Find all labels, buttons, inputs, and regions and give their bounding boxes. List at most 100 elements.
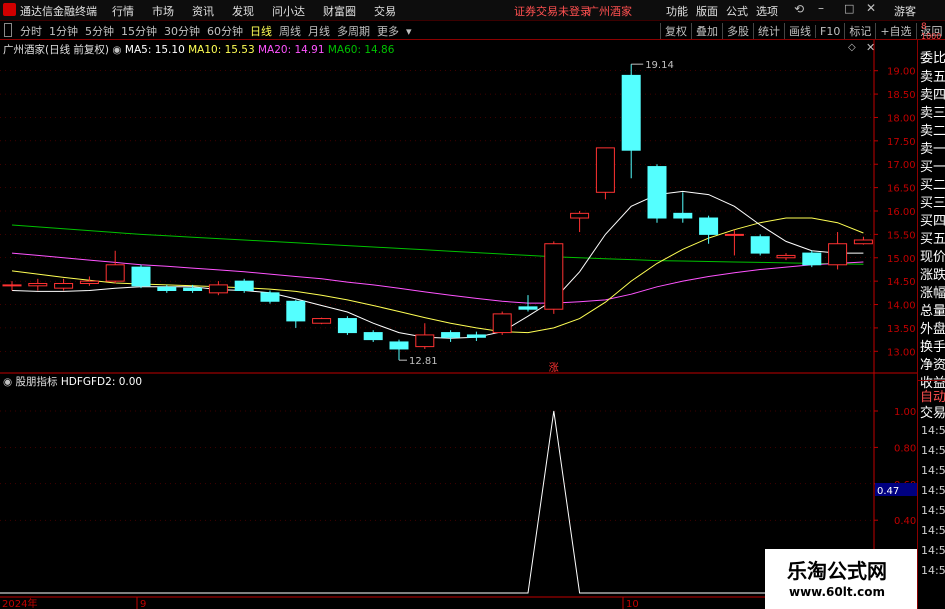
down-candle	[286, 300, 306, 322]
tab-period[interactable]: 月线	[308, 23, 330, 39]
menu-item[interactable]: 资讯	[192, 5, 214, 18]
menu-function[interactable]: 功能	[666, 5, 688, 18]
period-toolbar: 分时 1分钟 5分钟 15分钟 30分钟 60分钟 日线 周线 月线 多周期 更多 ▾ 复权 叠加 多股统…	[0, 21, 945, 40]
down-candle	[621, 74, 641, 151]
up-candle	[28, 282, 48, 287]
time-axis-label: 10	[626, 599, 639, 609]
toggle-panel-icon[interactable]	[4, 23, 12, 37]
menu-item[interactable]: 问小达	[272, 5, 305, 18]
draw-line-button[interactable]: 画线	[784, 23, 815, 39]
up-candle	[776, 254, 796, 259]
up-candle	[54, 282, 74, 289]
mark-button[interactable]: 标记	[844, 23, 875, 39]
tab-period[interactable]: 15分钟	[121, 23, 157, 39]
trade-time: 14:56	[921, 524, 945, 537]
menu-item[interactable]: 交易	[374, 5, 396, 18]
settings-circle-icon[interactable]: ◉	[112, 44, 121, 56]
price-tick-label: 14.50	[887, 277, 916, 288]
quote-panel: 8 1000 委比 卖五 卖四 卖三 卖二 卖一 买一 买二 买三 买四 买五 …	[917, 22, 945, 609]
up-candle	[724, 233, 744, 236]
indicator-settings-icon[interactable]: ◉	[3, 376, 12, 388]
down-candle	[363, 332, 383, 341]
up-candle	[312, 318, 332, 324]
kline-chart[interactable]: 19.00 18.50 18.00 17.50 17.00 16.50 16.00 15.50…	[0, 40, 917, 609]
menu-item[interactable]: 市场	[152, 5, 174, 18]
quote-row-label: 卖五	[920, 70, 945, 85]
indicator-value: HDFGFD2: 0.00	[60, 376, 143, 388]
price-tick-label: 13.50	[887, 324, 916, 335]
spacer	[829, 44, 847, 57]
up-candle	[2, 284, 22, 287]
panel-divider	[918, 380, 945, 381]
more-chevron-icon[interactable]: ▾	[406, 25, 412, 38]
tab-period[interactable]: 周线	[279, 23, 301, 39]
adjust-button[interactable]: 复权	[660, 23, 691, 39]
quote-row-label: 涨幅	[920, 286, 945, 301]
price-tick-label: 16.00	[887, 207, 916, 218]
quote-row-label: 外盘	[920, 322, 945, 337]
minimize-icon[interactable]: –	[818, 1, 824, 15]
menu-formula[interactable]: 公式	[726, 5, 748, 18]
right-menu: 功能 版面 公式 选项	[666, 3, 778, 19]
menu-item[interactable]: 财富圈	[323, 5, 356, 18]
quote-row-label: 卖一	[920, 142, 945, 157]
indicator-tick-label: 0.80	[894, 443, 916, 454]
tab-period[interactable]: 更多	[377, 23, 399, 39]
menu-layout[interactable]: 版面	[696, 5, 718, 18]
price-tick-label: 15.50	[887, 230, 916, 241]
watermark-title: 乐淘公式网	[787, 559, 887, 583]
hdfgfd2-line	[0, 410, 874, 594]
chart-close-icon[interactable]: ✕	[866, 41, 875, 54]
title-stock-name: 广州酒家	[588, 5, 632, 18]
diamond-icon[interactable]: ◇	[848, 42, 856, 53]
down-candle	[389, 341, 409, 350]
tab-period[interactable]: 5分钟	[85, 23, 114, 39]
down-candle	[699, 217, 719, 235]
quote-row-label: 卖四	[920, 88, 945, 103]
indicator-name[interactable]: 股朋指标	[16, 376, 58, 388]
ma-lines	[11, 190, 864, 339]
overlay-button[interactable]: 叠加	[691, 23, 722, 39]
current-value-label: 0.47	[877, 486, 899, 497]
trade-label[interactable]: 交易	[920, 402, 945, 421]
down-candle	[260, 292, 280, 302]
restore-icon[interactable]: □	[844, 2, 854, 15]
quote-row-label: 买四	[920, 214, 945, 229]
tab-period[interactable]: 60分钟	[207, 23, 243, 39]
up-candle	[595, 147, 615, 193]
tab-period[interactable]: 分时	[20, 23, 42, 39]
multi-stock-button[interactable]: 多股	[722, 23, 753, 39]
quote-row-label: 买五	[920, 232, 945, 247]
menu-options[interactable]: 选项	[756, 5, 778, 18]
price-tick-label: 19.00	[887, 67, 916, 78]
down-candle	[234, 280, 254, 292]
f10-button[interactable]: F10	[815, 25, 844, 38]
quote-row-label: 涨跌	[920, 268, 945, 283]
login-notice[interactable]: 证券交易未登录	[514, 3, 591, 19]
ma60-line	[11, 224, 864, 265]
menu-item[interactable]: 行情	[112, 5, 134, 18]
tab-period[interactable]: 1分钟	[49, 23, 78, 39]
tab-period[interactable]: 30分钟	[164, 23, 200, 39]
down-candle	[131, 266, 151, 287]
refresh-icon[interactable]: ⟲	[794, 2, 804, 16]
ma5-label: MA5: 15.10	[124, 44, 185, 56]
guest-label[interactable]: 游客	[894, 3, 916, 19]
down-candle	[157, 286, 177, 292]
low-label: 12.81	[409, 356, 438, 367]
add-watchlist-button[interactable]: +自选	[875, 23, 915, 39]
indicator-tick-label: 1.00	[894, 407, 916, 418]
down-candle	[466, 334, 486, 338]
stats-button[interactable]: 统计	[753, 23, 784, 39]
price-tick-label: 17.50	[887, 137, 916, 148]
indicator-lines	[0, 410, 874, 594]
menu-item[interactable]: 发现	[232, 5, 254, 18]
watermark-url: www.60lt.com	[789, 585, 886, 599]
chart-legend: 广州酒家(日线 前复权) ◉ MA5: 15.10 MA10: 15.53 MA…	[3, 42, 394, 57]
down-candle	[518, 306, 538, 310]
tab-period-active[interactable]: 日线	[250, 23, 272, 39]
tab-period[interactable]: 多周期	[337, 23, 370, 39]
quote-row-label: 卖三	[920, 106, 945, 121]
stock-label: 广州酒家(日线 前复权)	[3, 44, 110, 56]
close-icon[interactable]: ✕	[866, 1, 876, 15]
